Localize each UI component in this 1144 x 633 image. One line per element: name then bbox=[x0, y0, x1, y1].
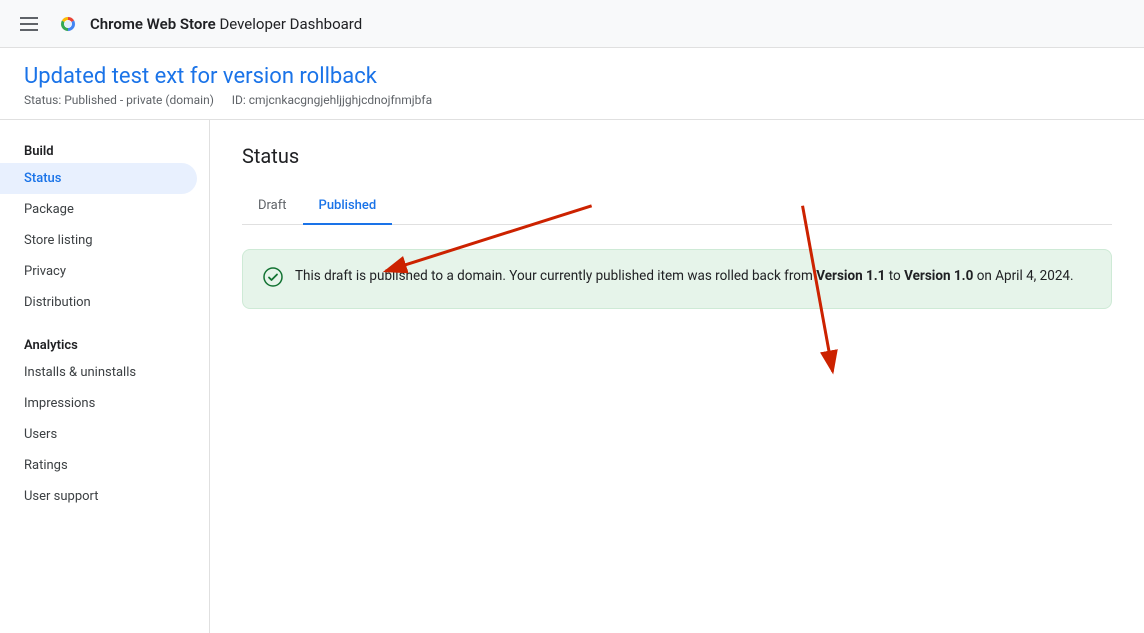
status-text: Status: Published - private (domain) bbox=[24, 93, 214, 107]
nav-title: Chrome Web Store Developer Dashboard bbox=[90, 15, 362, 33]
sidebar-item-installs[interactable]: Installs & uninstalls bbox=[0, 357, 197, 388]
alert-version-from: Version 1.1 bbox=[816, 268, 885, 284]
tab-draft[interactable]: Draft bbox=[242, 188, 303, 225]
chrome-logo-icon bbox=[54, 10, 82, 38]
sidebar-item-status[interactable]: Status bbox=[0, 163, 197, 194]
content-title: Status bbox=[242, 144, 1112, 168]
sidebar-item-ratings[interactable]: Ratings bbox=[0, 450, 197, 481]
sidebar-item-users[interactable]: Users bbox=[0, 419, 197, 450]
build-section-label: Build bbox=[0, 136, 209, 163]
alert-version-to: Version 1.0 bbox=[904, 268, 973, 284]
sidebar-item-impressions[interactable]: Impressions bbox=[0, 388, 197, 419]
brand-name: Chrome Web Store bbox=[90, 15, 216, 33]
sidebar-item-user-support[interactable]: User support bbox=[0, 481, 197, 512]
sidebar-item-package[interactable]: Package bbox=[0, 194, 197, 225]
alert-message: This draft is published to a domain. You… bbox=[295, 266, 1074, 286]
sidebar: Build Status Package Store listing Priva… bbox=[0, 120, 210, 633]
top-nav: Chrome Web Store Developer Dashboard bbox=[0, 0, 1144, 48]
alert-text-end: on April 4, 2024. bbox=[973, 268, 1073, 284]
alert-text-start: This draft is published to a domain. You… bbox=[295, 268, 816, 284]
menu-icon[interactable] bbox=[16, 13, 42, 35]
published-alert: This draft is published to a domain. You… bbox=[242, 249, 1112, 309]
tab-published[interactable]: Published bbox=[303, 188, 393, 225]
content-area: Status Draft Published This draft is pub… bbox=[210, 120, 1144, 633]
sidebar-item-distribution[interactable]: Distribution bbox=[0, 287, 197, 318]
tabs: Draft Published bbox=[242, 188, 1112, 225]
sidebar-item-store-listing[interactable]: Store listing bbox=[0, 225, 197, 256]
alert-to-text: to bbox=[885, 268, 904, 284]
check-circle-icon bbox=[263, 267, 283, 292]
main-layout: Build Status Package Store listing Priva… bbox=[0, 120, 1144, 633]
page-meta: Status: Published - private (domain) ID:… bbox=[24, 93, 1120, 107]
page-title: Updated test ext for version rollback bbox=[24, 64, 1120, 89]
logo-area: Chrome Web Store Developer Dashboard bbox=[54, 10, 362, 38]
sidebar-item-privacy[interactable]: Privacy bbox=[0, 256, 197, 287]
analytics-section-label: Analytics bbox=[0, 330, 209, 357]
page-header: Updated test ext for version rollback St… bbox=[0, 48, 1144, 120]
nav-subtitle: Developer Dashboard bbox=[219, 15, 362, 33]
extension-id: ID: cmjcnkacgngjehljjghjcdnojfnmjbfa bbox=[232, 93, 432, 107]
